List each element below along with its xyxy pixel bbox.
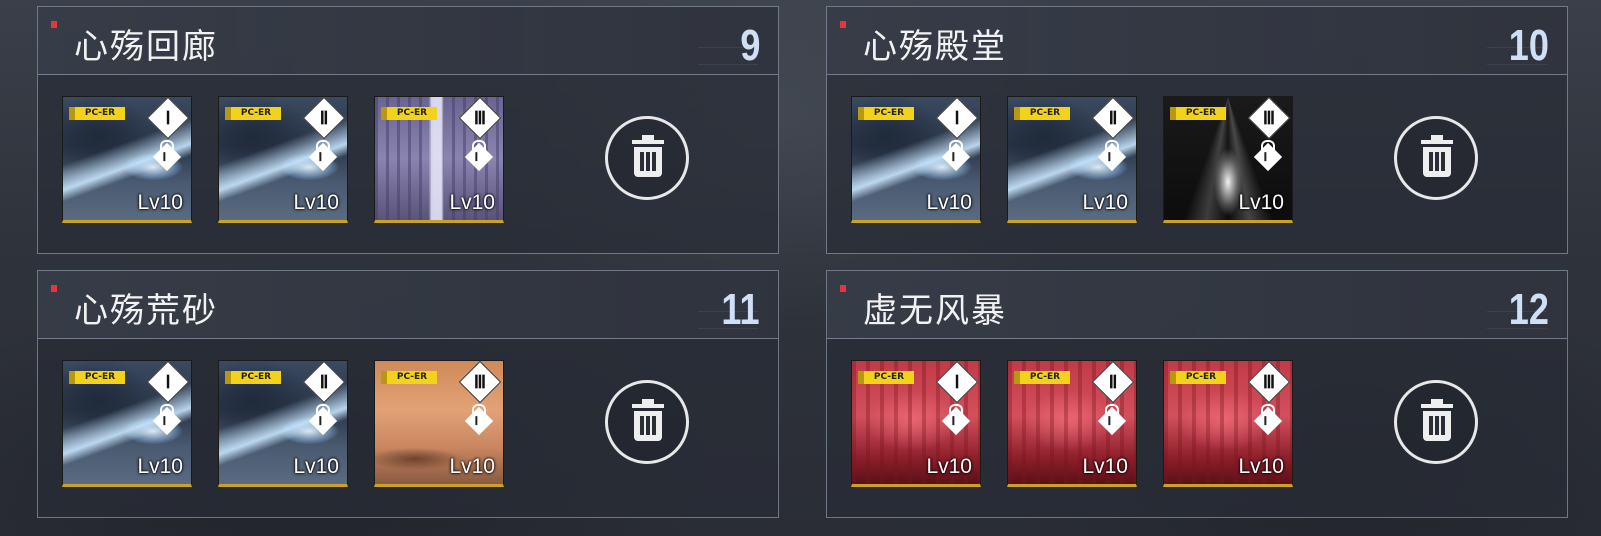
memory-card-2[interactable]: PC-ER Ⅱ Lv10 — [1007, 96, 1137, 223]
trash-icon[interactable] — [1394, 380, 1478, 464]
card-level: Lv10 — [1238, 455, 1284, 478]
card-level: Lv10 — [449, 455, 495, 478]
rank-label: Ⅲ — [1262, 108, 1276, 128]
memory-card-2[interactable]: PC-ER Ⅱ Lv10 — [218, 96, 348, 223]
memory-card-1[interactable]: PC-ER Ⅰ Lv10 — [851, 360, 981, 487]
panel-header: 心殇殿堂 10 — [827, 7, 1567, 75]
card-tag: PC-ER — [1176, 107, 1226, 120]
card-level: Lv10 — [1238, 191, 1284, 214]
card-level: Lv10 — [926, 191, 972, 214]
loadout-panel-4: 虚无风暴 12 PC-ER Ⅰ Lv10 PC-ER Ⅱ Lv10 PC-ER … — [826, 270, 1568, 518]
memory-card-3[interactable]: PC-ER Ⅲ Lv10 — [1163, 360, 1293, 487]
card-tag: PC-ER — [864, 371, 914, 384]
red-marker — [840, 285, 846, 292]
red-marker — [51, 21, 57, 28]
panel-header: 虚无风暴 12 — [827, 271, 1567, 339]
card-tag: PC-ER — [1020, 107, 1070, 120]
red-marker — [840, 21, 846, 28]
card-tag: PC-ER — [387, 371, 437, 384]
loadout-panel-2: 心殇殿堂 10 PC-ER Ⅰ Lv10 PC-ER Ⅱ Lv10 PC-ER … — [826, 6, 1568, 254]
memory-card-1[interactable]: PC-ER Ⅰ Lv10 — [62, 360, 192, 487]
rank-label: Ⅰ — [954, 108, 960, 128]
red-marker — [51, 285, 57, 292]
panel-number: 9 — [739, 21, 760, 70]
trash-icon[interactable] — [605, 116, 689, 200]
memory-card-2[interactable]: PC-ER Ⅱ Lv10 — [1007, 360, 1137, 487]
panel-header: 心殇回廊 9 — [38, 7, 778, 75]
card-level: Lv10 — [449, 191, 495, 214]
panel-title: 心殇回廊 — [74, 27, 218, 67]
panel-title: 心殇荒砂 — [74, 291, 218, 331]
panel-header: 心殇荒砂 11 — [38, 271, 778, 339]
card-level: Lv10 — [926, 455, 972, 478]
memory-card-2[interactable]: PC-ER Ⅱ Lv10 — [218, 360, 348, 487]
rank-label: Ⅱ — [1108, 372, 1118, 392]
card-tag: PC-ER — [387, 107, 437, 120]
card-level: Lv10 — [293, 455, 339, 478]
card-tag: PC-ER — [231, 107, 281, 120]
rank-label: Ⅲ — [473, 372, 487, 392]
trash-icon[interactable] — [1394, 116, 1478, 200]
card-tag: PC-ER — [1176, 371, 1226, 384]
panel-number: 12 — [1508, 285, 1549, 334]
rank-label: Ⅰ — [954, 372, 960, 392]
card-tag: PC-ER — [1020, 371, 1070, 384]
loadout-panel-3: 心殇荒砂 11 PC-ER Ⅰ Lv10 PC-ER Ⅱ Lv10 PC-ER … — [37, 270, 779, 518]
rank-label: Ⅲ — [1262, 372, 1276, 392]
panel-number: 11 — [721, 285, 760, 334]
rank-label: Ⅱ — [319, 372, 329, 392]
panel-title: 心殇殿堂 — [863, 27, 1007, 67]
panel-title: 虚无风暴 — [863, 291, 1007, 331]
memory-card-3[interactable]: PC-ER Ⅲ Lv10 — [374, 96, 504, 223]
memory-card-1[interactable]: PC-ER Ⅰ Lv10 — [851, 96, 981, 223]
card-level: Lv10 — [1082, 455, 1128, 478]
memory-card-3[interactable]: PC-ER Ⅲ Lv10 — [1163, 96, 1293, 223]
card-tag: PC-ER — [75, 107, 125, 120]
rank-label: Ⅰ — [165, 108, 171, 128]
card-tag: PC-ER — [231, 371, 281, 384]
memory-card-1[interactable]: PC-ER Ⅰ Lv10 — [62, 96, 192, 223]
card-tag: PC-ER — [864, 107, 914, 120]
card-level: Lv10 — [1082, 191, 1128, 214]
rank-label: Ⅲ — [473, 108, 487, 128]
card-level: Lv10 — [293, 191, 339, 214]
card-level: Lv10 — [137, 191, 183, 214]
card-tag: PC-ER — [75, 371, 125, 384]
rank-label: Ⅰ — [165, 372, 171, 392]
panel-number: 10 — [1508, 21, 1549, 70]
rank-label: Ⅱ — [319, 108, 329, 128]
rank-label: Ⅱ — [1108, 108, 1118, 128]
memory-card-3[interactable]: PC-ER Ⅲ Lv10 — [374, 360, 504, 487]
trash-icon[interactable] — [605, 380, 689, 464]
loadout-panel-1: 心殇回廊 9 PC-ER Ⅰ Lv10 PC-ER Ⅱ Lv10 PC-ER Ⅲ… — [37, 6, 779, 254]
card-level: Lv10 — [137, 455, 183, 478]
